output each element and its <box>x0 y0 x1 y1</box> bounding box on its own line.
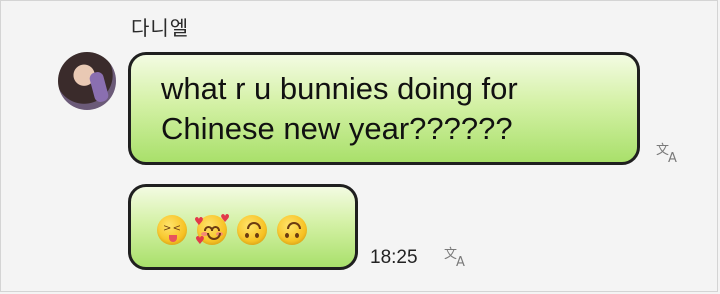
avatar[interactable] <box>58 52 116 110</box>
sender-name: 다니엘 <box>131 16 190 40</box>
squinting-tongue-emoji-icon: > < <box>157 215 187 245</box>
message-bubble[interactable]: what r u bunnies doing for Chinese new y… <box>128 52 640 165</box>
translate-icon-glyph: 文 A <box>444 247 465 270</box>
emoji-row: > < ♥ ♥ ♥ <box>157 212 307 247</box>
svg-text:A: A <box>668 151 677 164</box>
upside-down-face-icon <box>237 215 267 245</box>
upside-down-face-icon <box>277 215 307 245</box>
translate-icon[interactable]: 文 A <box>443 244 471 273</box>
message-time: 18:25 <box>370 247 418 268</box>
emoji-message-bubble[interactable]: > < ♥ ♥ ♥ <box>128 184 358 270</box>
smiling-face-with-hearts-icon: ♥ ♥ ♥ <box>194 212 230 247</box>
translate-icon[interactable]: 文 A <box>655 140 683 169</box>
message-text: what r u bunnies doing for Chinese new y… <box>161 71 518 146</box>
svg-text:A: A <box>456 255 465 268</box>
avatar-photo-detail <box>88 70 110 104</box>
translate-icon-glyph: 文 A <box>656 143 677 166</box>
